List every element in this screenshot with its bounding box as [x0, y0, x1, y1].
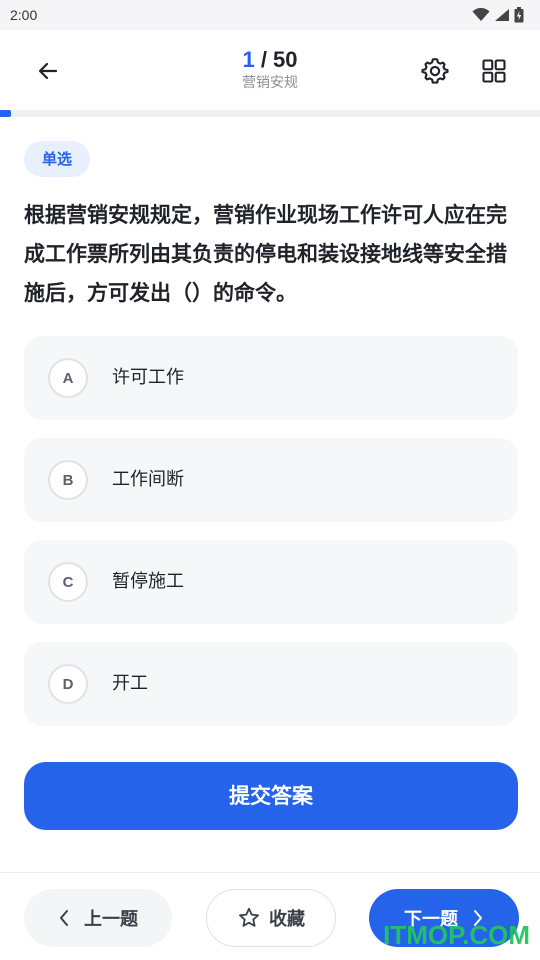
bank-name: 营销安规 — [242, 75, 298, 91]
settings-button[interactable] — [418, 54, 452, 88]
previous-question-label: 上一题 — [84, 909, 138, 930]
option-text: 暂停施工 — [112, 571, 184, 592]
progress-bar — [0, 110, 540, 117]
header: 1 / 50 营销安规 — [0, 30, 540, 110]
question-counter: 1 / 50 营销安规 — [170, 46, 370, 92]
option-d[interactable]: D 开工 — [24, 642, 518, 726]
option-text: 开工 — [112, 673, 148, 694]
option-a[interactable]: A 许可工作 — [24, 336, 518, 420]
option-text: 许可工作 — [112, 367, 184, 388]
star-icon — [239, 907, 259, 927]
option-letter: D — [48, 664, 88, 704]
grid-icon — [482, 59, 506, 83]
option-letter: A — [48, 358, 88, 398]
counter-separator: / — [254, 47, 274, 72]
watermark-text: ITMOP.COM — [383, 920, 530, 950]
option-c[interactable]: C 暂停施工 — [24, 540, 518, 624]
back-button[interactable] — [30, 54, 66, 88]
option-b[interactable]: B 工作间断 — [24, 438, 518, 522]
wifi-icon — [472, 8, 490, 21]
question-text: 根据营销安规规定，营销作业现场工作许可人应在完成工作票所列由其负责的停电和装设接… — [24, 203, 507, 305]
answer-sheet-button[interactable] — [477, 54, 511, 88]
progress-fill — [0, 110, 11, 117]
option-letter: B — [48, 460, 88, 500]
total-questions: 50 — [273, 47, 298, 72]
arrow-left-icon — [38, 62, 58, 80]
question-type-badge: 单选 — [24, 141, 91, 177]
option-letter: C — [48, 562, 88, 602]
counter-line: 1 / 50 — [170, 46, 370, 74]
status-bar: 2:00 — [0, 0, 540, 30]
favorite-label: 收藏 — [269, 909, 305, 930]
status-time: 2:00 — [10, 7, 38, 23]
current-question-number: 1 — [242, 47, 255, 72]
submit-answer-button[interactable]: 提交答案 — [24, 762, 518, 830]
favorite-button[interactable]: 收藏 — [206, 889, 336, 947]
battery-icon — [514, 7, 524, 23]
status-icons — [472, 7, 524, 23]
gear-icon — [421, 58, 449, 84]
option-text: 工作间断 — [112, 469, 184, 490]
chevron-left-icon — [60, 910, 68, 926]
previous-question-button[interactable]: 上一题 — [24, 889, 172, 947]
signal-icon — [495, 9, 509, 21]
